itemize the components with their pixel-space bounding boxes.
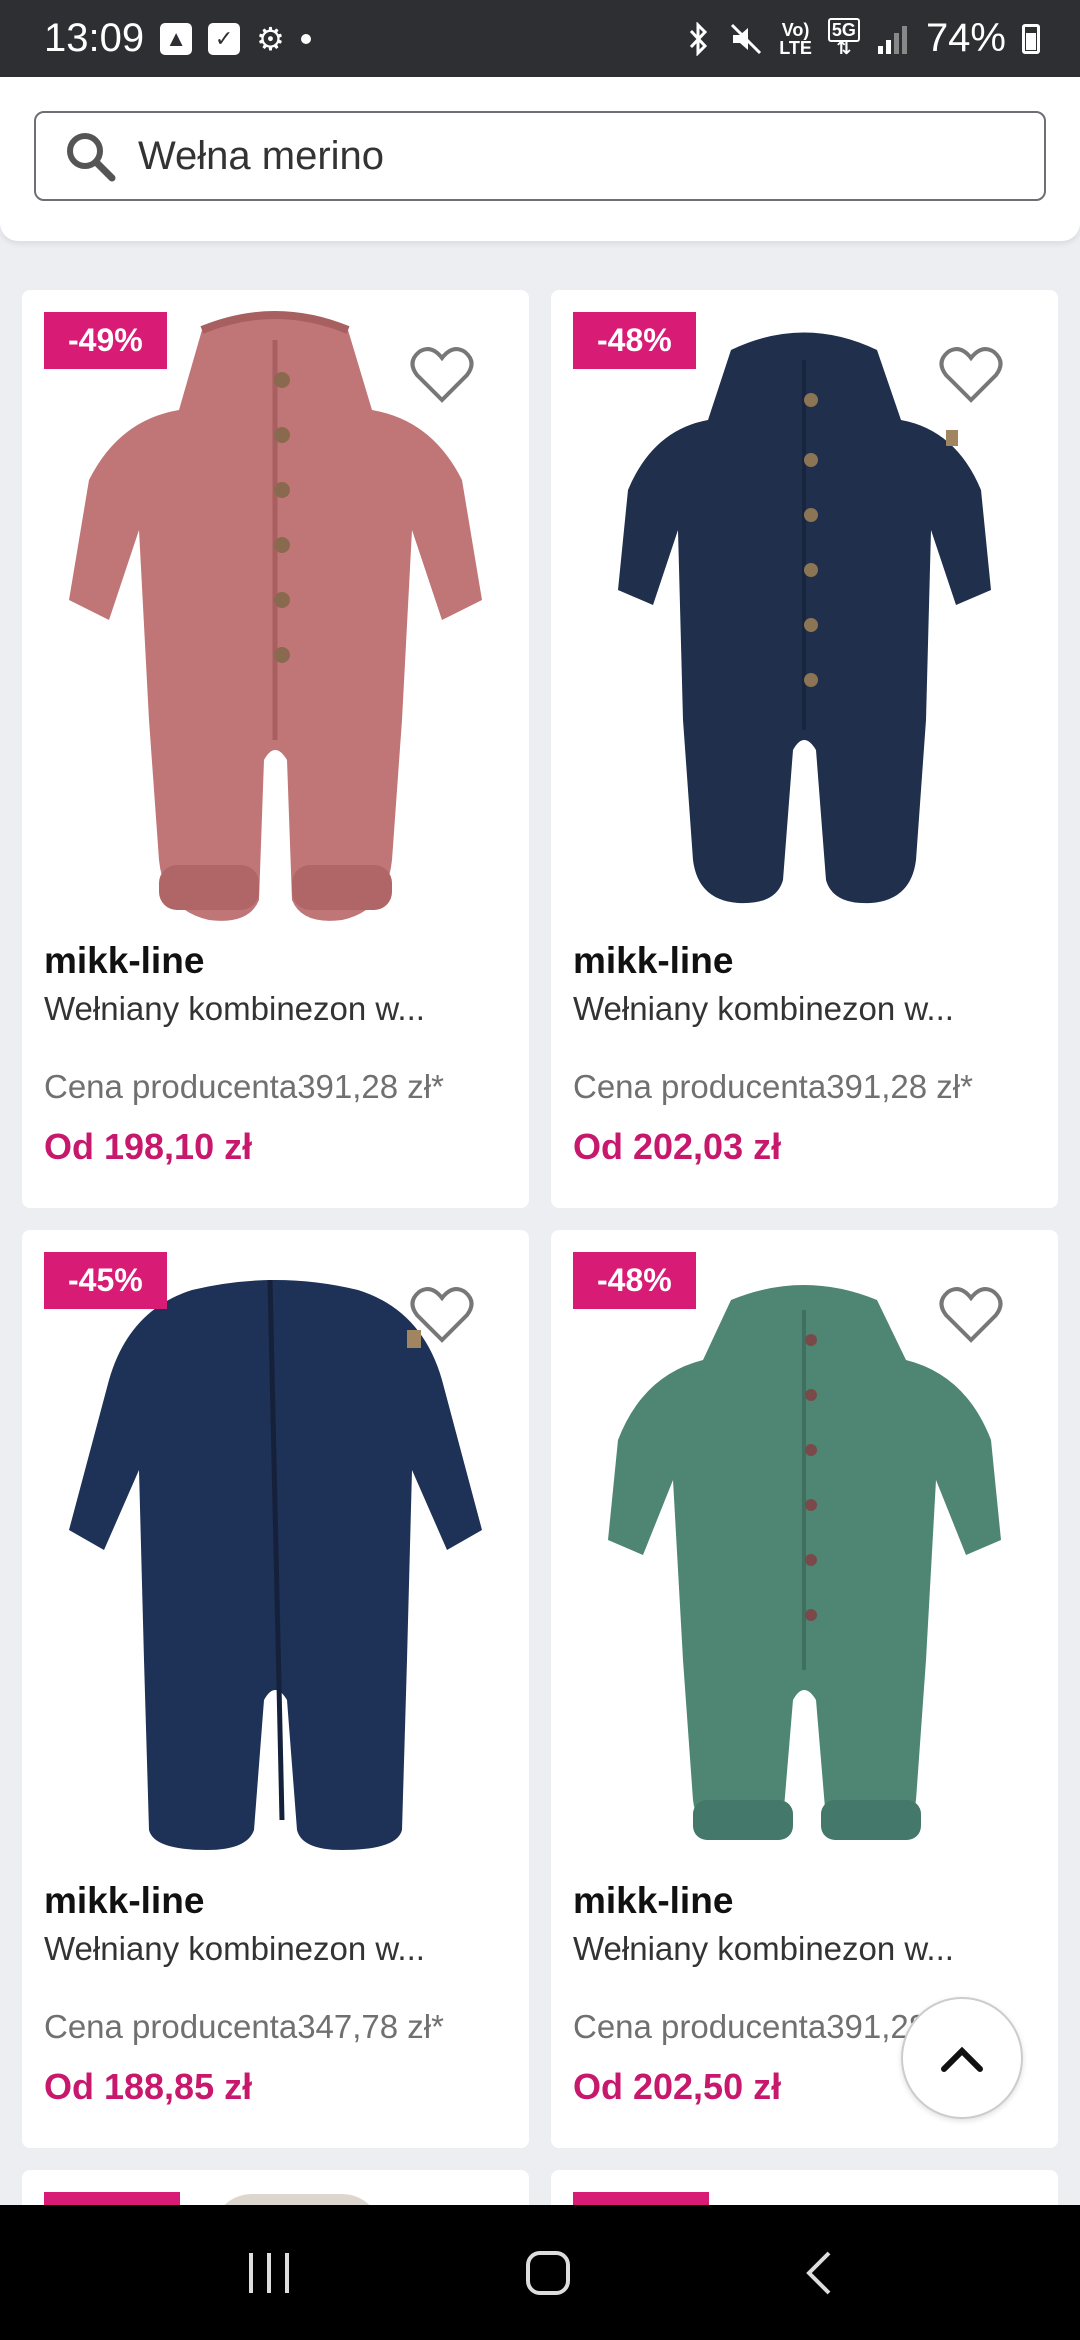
heart-icon[interactable] [938, 1282, 1004, 1348]
search-input[interactable]: Wełna merino [34, 111, 1046, 201]
recent-apps-icon[interactable] [245, 2251, 293, 2295]
system-nav-bar [0, 2205, 1080, 2340]
product-name[interactable]: Wełniany kombinezon w... [573, 1930, 954, 1968]
chevron-up-icon [941, 2046, 983, 2072]
search-value: Wełna merino [138, 133, 385, 178]
product-brand: mikk-line [573, 940, 734, 981]
search-header: Wełna merino [0, 77, 1080, 241]
status-right: Vo) LTE 5G ⇅ 74% [685, 16, 1040, 61]
volte-label: Vo) [781, 19, 810, 40]
heart-icon[interactable] [409, 1282, 475, 1348]
product-name[interactable]: Wełniany kombinezon w... [573, 990, 954, 1028]
product-price: Od 198,10 zł [44, 1126, 253, 1167]
battery-icon [1022, 23, 1040, 54]
product-brand: mikk-line [573, 1880, 734, 1921]
back-icon[interactable] [803, 2249, 835, 2297]
search-icon[interactable] [62, 128, 118, 184]
check-icon: ✓ [208, 22, 241, 55]
retail-price: Cena producenta391,28 zł* [573, 1068, 973, 1105]
5g-label: 5G [827, 17, 860, 42]
product-card[interactable]: -49% mikk-line Wełniany kombinezon w... … [22, 290, 529, 1208]
gallery-icon: ▲ [160, 22, 193, 55]
home-icon[interactable] [524, 2249, 572, 2297]
scroll-to-top-button[interactable] [901, 1997, 1023, 2119]
volte-icon: Vo) LTE [779, 21, 812, 57]
product-card[interactable]: -48% mikk-line Wełniany kombinezon w... … [551, 290, 1058, 1208]
heart-icon[interactable] [938, 342, 1004, 408]
status-left: 13:09 ▲ ✓ ⚙ [44, 16, 311, 61]
discount-badge: -48% [573, 312, 696, 369]
heart-icon[interactable] [409, 342, 475, 408]
product-brand: mikk-line [44, 940, 205, 981]
product-price: Od 202,03 zł [573, 1126, 782, 1167]
mute-icon [731, 23, 762, 54]
discount-badge: -48% [573, 1252, 696, 1309]
product-name[interactable]: Wełniany kombinezon w... [44, 990, 425, 1028]
battery-percent: 74% [925, 16, 1006, 60]
product-card[interactable]: -45% mikk-line Wełniany kombinezon w... … [22, 1230, 529, 2148]
signal-icon [877, 25, 907, 54]
status-bar: 13:09 ▲ ✓ ⚙ Vo) LTE 5G ⇅ 74% [0, 0, 1080, 77]
5g-icon: 5G ⇅ [827, 17, 860, 57]
discount-badge: -49% [44, 312, 167, 369]
settings-icon: ⚙ [256, 20, 285, 57]
notification-dot-icon [300, 33, 311, 44]
product-brand: mikk-line [44, 1880, 205, 1921]
retail-price: Cena producenta391,28 zł* [44, 1068, 444, 1105]
retail-price: Cena producenta347,78 zł* [44, 2008, 444, 2045]
lte-label: LTE [779, 37, 812, 58]
status-time: 13:09 [44, 16, 145, 60]
bluetooth-icon [690, 21, 708, 56]
product-price: Od 188,85 zł [44, 2066, 253, 2107]
product-name[interactable]: Wełniany kombinezon w... [44, 1930, 425, 1968]
product-price: Od 202,50 zł [573, 2066, 782, 2107]
discount-badge: -45% [44, 1252, 167, 1309]
